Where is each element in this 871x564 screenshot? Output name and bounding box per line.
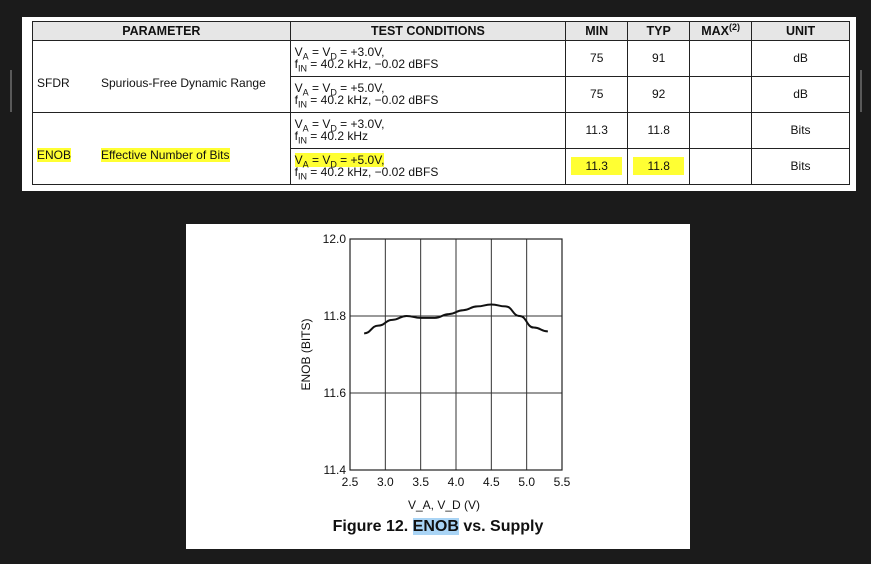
header-unit: UNIT [751,21,850,41]
right-scroll-indicator [860,70,862,112]
y-tick-label: 12.0 [323,232,347,246]
typ-value: 91 [627,39,691,77]
x-tick-label: 2.5 [342,475,359,489]
header-conditions: TEST CONDITIONS [289,21,567,41]
y-tick-label: 11.8 [324,309,347,323]
x-tick-label: 5.5 [554,475,571,489]
y-tick-label: 11.6 [324,386,347,400]
x-tick-label: 3.0 [377,475,394,489]
test-conditions: VA = VD = +5.0V, fIN = 40.2 kHz, −0.02 dB… [289,75,567,113]
min-value: 75 [565,75,629,113]
min-value: 11.3 [565,147,629,186]
x-tick-label: 4.5 [483,475,500,489]
unit-value: dB [751,39,850,77]
figure-caption: Figure 12. ENOB vs. Supply [332,518,544,535]
header-min: MIN [565,21,629,41]
min-value: 75 [565,39,629,77]
test-conditions: VA = VD = +5.0V, fIN = 40.2 kHz, −0.02 dB… [289,147,567,186]
test-conditions: VA = VD = +3.0V, fIN = 40.2 kHz [289,111,567,149]
typ-value: 11.8 [627,147,691,186]
y-tick-label: 11.4 [324,463,347,477]
header-typ: TYP [627,21,691,41]
spec-table-panel: PARAMETER TEST CONDITIONS MIN TYP MAX(2)… [22,17,856,191]
param-symbol: ENOB [37,148,72,163]
enob-param-cell: ENOB Effective Number of Bits [32,111,291,186]
max-value [689,39,753,77]
left-scroll-indicator [10,70,12,112]
max-value [689,111,753,149]
param-description: Effective Number of Bits [101,148,230,163]
header-parameter: PARAMETER [32,21,291,41]
unit-value: Bits [751,111,850,149]
table-header-row: PARAMETER TEST CONDITIONS MIN TYP MAX(2)… [32,21,850,41]
table-row: ENOB Effective Number of Bits VA = VD = … [32,111,850,186]
typ-value: 11.8 [627,111,691,149]
test-conditions: VA = VD = +3.0V, fIN = 40.2 kHz, −0.02 dB… [289,39,567,77]
x-tick-label: 3.5 [412,475,429,489]
x-tick-label: 4.0 [448,475,465,489]
spec-table: PARAMETER TEST CONDITIONS MIN TYP MAX(2)… [32,21,850,186]
sfdr-param-cell: SFDR Spurious-Free Dynamic Range [32,39,291,113]
param-description: Spurious-Free Dynamic Range [101,76,266,91]
figure-panel: 2.5 3.0 3.5 4.0 4.5 5.0 5.5 11.4 11.6 11.8 12.0 V_A… [186,224,690,549]
y-axis-label: ENOB (BITS) [299,318,313,390]
typ-value: 92 [627,75,691,113]
table-row: SFDR Spurious-Free Dynamic Range VA = VD… [32,39,850,113]
max-value [689,147,753,186]
header-max: MAX(2) [689,21,753,41]
max-value [689,75,753,113]
enob-chart: 2.5 3.0 3.5 4.0 4.5 5.0 5.5 11.4 11.6 11.8 12.0 V_A… [299,232,571,512]
x-tick-label: 5.0 [518,475,535,489]
param-symbol: SFDR [37,76,70,91]
x-axis-label: V_A, V_D (V) [408,498,480,512]
min-value: 11.3 [565,111,629,149]
unit-value: dB [751,75,850,113]
unit-value: Bits [751,147,850,186]
